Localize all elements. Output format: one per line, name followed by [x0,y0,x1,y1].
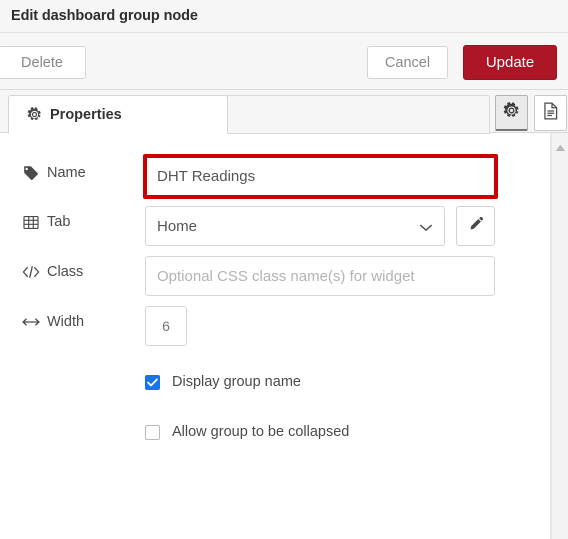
display-group-name-checkbox-row[interactable]: Display group name [145,374,301,390]
gear-icon-button[interactable] [495,95,528,131]
checkbox-unchecked-icon[interactable] [145,424,160,440]
width-label-text: Width [47,314,85,330]
vertical-scrollbar[interactable] [551,133,568,539]
tab-select-wrapper: Home [145,206,445,246]
class-input[interactable] [145,256,495,296]
allow-collapse-label: Allow group to be collapsed [172,424,350,440]
cancel-button[interactable]: Cancel [367,46,448,79]
arrows-horizontal-icon [22,316,40,328]
edit-tab-button[interactable] [456,206,495,246]
dialog-toolbar: Delete Cancel Update [0,33,568,90]
form-row-name: Name [0,156,551,196]
width-input[interactable] [145,306,187,346]
update-button[interactable]: Update [463,45,557,80]
edit-dashboard-group-dialog: Edit dashboard group node Delete Cancel … [0,0,568,539]
pencil-icon [468,216,484,237]
tab-properties-label: Properties [50,106,122,123]
triangle-up-icon[interactable] [552,140,568,156]
tab-select[interactable]: Home [145,206,445,246]
allow-collapse-checkbox-row[interactable]: Allow group to be collapsed [145,424,349,440]
name-label: Name [22,165,86,181]
code-icon [22,265,40,279]
tag-icon [22,165,40,181]
name-label-text: Name [47,164,86,181]
name-input[interactable] [145,156,495,196]
gear-icon [27,107,42,122]
form-row-width: Width [0,306,551,346]
form-row-class: Class [0,256,551,296]
document-icon-button[interactable] [534,95,567,131]
table-icon [22,215,40,230]
gear-icon [503,101,520,124]
display-group-name-label: Display group name [172,374,301,390]
tab-bar: Properties [0,90,568,134]
tab-label-text: Tab [47,214,71,231]
class-label-text: Class [47,264,84,280]
tab-strip-filler [227,95,490,134]
tab-select-value: Home [157,217,198,235]
dialog-header: Edit dashboard group node [0,0,568,33]
form-row-tab: Tab Home [0,206,551,246]
properties-panel: Name Tab Home [0,133,551,539]
tab-label: Tab [22,215,70,230]
checkbox-checked-icon[interactable] [145,374,160,390]
tab-properties[interactable]: Properties [8,95,228,134]
page-title: Edit dashboard group node [11,8,198,24]
delete-button[interactable]: Delete [0,46,86,79]
document-icon [543,102,559,125]
class-label: Class [22,265,83,280]
width-label: Width [22,315,84,330]
